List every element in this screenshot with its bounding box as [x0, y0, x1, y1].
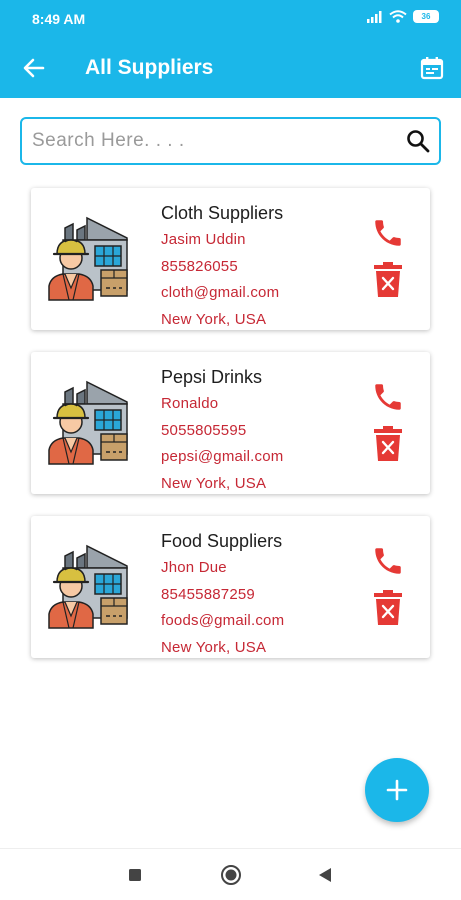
back-nav-button[interactable]	[313, 863, 337, 887]
supplier-card[interactable]: Pepsi Drinks Ronaldo 5055805595 pepsi@gm…	[31, 352, 430, 494]
factory-worker-icon	[48, 380, 128, 465]
supplier-phone: 5055805595	[161, 421, 247, 439]
calendar-icon[interactable]	[418, 54, 446, 82]
supplier-email: pepsi@gmail.com	[161, 448, 284, 465]
status-bar: 8:49 AM 36	[0, 0, 461, 38]
supplier-card[interactable]: Food Suppliers Jhon Due 85455887259 food…	[31, 516, 430, 658]
supplier-name: Cloth Suppliers	[161, 203, 284, 223]
supplier-address: New York, USA	[161, 474, 267, 492]
supplier-phone: 85455887259	[161, 585, 255, 603]
home-button[interactable]	[219, 863, 243, 887]
battery-icon: 36	[413, 10, 439, 23]
page-title: All Suppliers	[85, 56, 214, 79]
supplier-address: New York, USA	[161, 310, 267, 328]
square-icon	[129, 869, 141, 881]
status-time: 8:49 AM	[32, 11, 86, 27]
add-supplier-button[interactable]	[365, 758, 429, 822]
factory-worker-icon	[48, 544, 128, 629]
supplier-info: Food Suppliers Jhon Due 85455887259 food…	[161, 528, 284, 661]
home-circle-icon	[221, 865, 241, 885]
system-nav-bar	[0, 848, 461, 900]
app-bar: All Suppliers	[0, 38, 461, 98]
factory-worker-icon	[48, 216, 128, 301]
phone-icon[interactable]	[371, 216, 405, 250]
supplier-name: Pepsi Drinks	[161, 367, 263, 387]
triangle-back-icon	[319, 868, 331, 882]
supplier-contact: Ronaldo	[161, 395, 219, 412]
phone-icon[interactable]	[371, 544, 405, 578]
supplier-email: foods@gmail.com	[161, 612, 285, 629]
signal-icon	[367, 10, 382, 23]
trash-icon[interactable]	[373, 590, 403, 626]
back-arrow-icon[interactable]	[20, 54, 48, 82]
supplier-card[interactable]: Cloth Suppliers Jasim Uddin 855826055 cl…	[31, 188, 430, 330]
supplier-contact: Jhon Due	[161, 559, 227, 576]
supplier-email: cloth@gmail.com	[161, 284, 280, 301]
phone-icon[interactable]	[371, 380, 405, 414]
trash-icon[interactable]	[373, 426, 403, 462]
search-input[interactable]	[32, 127, 392, 155]
supplier-contact: Jasim Uddin	[161, 231, 246, 248]
supplier-address: New York, USA	[161, 638, 267, 656]
wifi-icon	[389, 10, 407, 23]
search-icon[interactable]	[405, 128, 431, 154]
status-icons: 36	[367, 10, 439, 23]
supplier-info: Pepsi Drinks Ronaldo 5055805595 pepsi@gm…	[161, 364, 283, 497]
trash-icon[interactable]	[373, 262, 403, 298]
search-box	[20, 117, 441, 165]
supplier-info: Cloth Suppliers Jasim Uddin 855826055 cl…	[161, 200, 283, 333]
supplier-phone: 855826055	[161, 257, 238, 275]
supplier-name: Food Suppliers	[161, 531, 283, 551]
plus-icon	[386, 779, 408, 801]
recents-button[interactable]	[123, 863, 147, 887]
